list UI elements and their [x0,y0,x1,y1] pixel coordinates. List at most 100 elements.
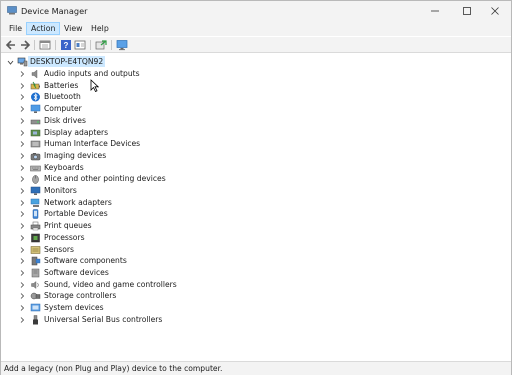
menu-bar: File Action View Help [1,21,511,36]
menu-view[interactable]: View [60,22,87,35]
tree-item-disk-drives[interactable]: Disk drives [1,115,501,127]
hid-icon [30,140,41,148]
network-adapter-icon [30,198,40,207]
properties-pane-icon[interactable] [39,39,51,51]
close-button[interactable] [479,1,511,21]
chevron-right-icon[interactable] [19,82,25,89]
computer-icon [17,57,28,67]
chevron-down-icon[interactable] [7,59,14,66]
chevron-right-icon[interactable] [19,164,25,171]
tree-item-print-queues[interactable]: Print queues [1,220,501,232]
tree-item-label: Portable Devices [44,209,108,219]
chevron-right-icon[interactable] [19,141,25,147]
svg-text:?: ? [64,41,69,50]
tree-item-mice[interactable]: Mice and other pointing devices [1,173,501,185]
tree-item-system[interactable]: System devices [1,302,501,314]
sound-icon [31,280,39,289]
tree-item-network[interactable]: Network adapters [1,197,501,209]
tree-item-display-adapters[interactable]: Display adapters [1,127,501,139]
chevron-right-icon[interactable] [19,223,25,229]
chevron-right-icon[interactable] [19,281,25,288]
tree-item-imaging[interactable]: Imaging devices [1,150,501,162]
chevron-right-icon[interactable] [19,293,25,300]
tree-item-label: Monitors [44,186,77,195]
mouse-icon [32,175,39,185]
chevron-right-icon[interactable] [19,129,25,136]
chevron-right-icon[interactable] [19,211,25,218]
chevron-right-icon[interactable] [19,188,25,194]
title-bar[interactable]: Device Manager [1,1,511,21]
tree-item-processors[interactable]: Processors [1,232,501,244]
battery-icon [30,81,40,89]
tree-item-label: Bluetooth [44,92,81,102]
toolbar: ? [1,37,511,53]
tree-item-label: Processors [44,232,85,242]
system-device-icon [30,303,41,312]
details-icon[interactable] [74,39,86,51]
minimize-button[interactable] [419,1,451,21]
help-icon[interactable]: ? [60,39,72,51]
monitor-icon[interactable] [116,39,128,51]
display-adapter-icon [30,129,41,136]
chevron-right-icon[interactable] [19,71,25,77]
chevron-right-icon[interactable] [19,118,25,124]
tree-item-sensors[interactable]: Sensors [1,244,501,256]
sensor-icon [30,245,41,254]
chevron-right-icon[interactable] [19,94,25,101]
tree-item-label: Print queues [44,221,92,231]
tree-root-label[interactable]: DESKTOP-E4TQN92 [28,56,106,67]
chevron-right-icon[interactable] [19,270,25,276]
tree-item-bluetooth[interactable]: Bluetooth [1,91,501,103]
chevron-right-icon[interactable] [19,246,25,253]
usb-icon [33,314,38,325]
device-tree[interactable]: DESKTOP-E4TQN92 Audio inputs and outputs… [1,54,511,361]
tree-item-monitors[interactable]: Monitors [1,185,501,197]
software-component-icon [31,256,41,266]
tree-item-label: Software components [44,256,127,266]
bluetooth-icon [31,92,40,102]
keyboard-icon [30,165,41,171]
chevron-right-icon[interactable] [19,258,25,264]
tree-item-label: Imaging devices [44,150,107,160]
tree-item-label: Sound, video and game controllers [44,279,177,289]
tree-item-usb[interactable]: Universal Serial Bus controllers [1,314,501,326]
tree-item-label: Batteries [44,80,79,90]
back-icon[interactable] [5,39,17,51]
tree-item-sound[interactable]: Sound, video and game controllers [1,279,501,291]
chevron-right-icon[interactable] [19,316,25,323]
chevron-right-icon[interactable] [19,176,25,183]
tree-item-portable[interactable]: Portable Devices [1,208,501,220]
toolbar-separator [34,40,35,50]
storage-controller-icon [30,293,41,300]
menu-action[interactable]: Action [26,22,61,35]
tree-item-storage[interactable]: Storage controllers [1,290,501,302]
status-text: Add a legacy (non Plug and Play) device … [4,364,223,373]
tree-item-computer[interactable]: Computer [1,103,501,115]
toolbar-separator [55,40,56,50]
chevron-right-icon[interactable] [19,153,25,159]
menu-file[interactable]: File [5,22,26,35]
tree-item-audio[interactable]: Audio inputs and outputs [1,68,501,80]
chevron-right-icon[interactable] [19,235,25,241]
tree-item-hid[interactable]: Human Interface Devices [1,138,501,150]
speaker-icon [31,69,38,79]
chevron-right-icon[interactable] [19,106,25,112]
tree-item-batteries[interactable]: Batteries [1,80,501,92]
device-manager-icon [7,6,17,15]
tree-item-keyboards[interactable]: Keyboards [1,162,501,174]
menu-help[interactable]: Help [87,22,113,35]
scan-icon[interactable] [95,39,107,51]
disk-drive-icon [30,119,41,125]
monitor-icon [30,186,41,195]
tree-item-label: Computer [44,104,82,114]
forward-icon[interactable] [19,39,31,51]
tree-item-software-devices[interactable]: Software devices [1,267,501,279]
chevron-right-icon[interactable] [19,199,25,206]
chevron-right-icon[interactable] [19,305,25,311]
tree-item-software-components[interactable]: Software components [1,255,501,267]
tree-root[interactable]: DESKTOP-E4TQN92 [1,56,501,68]
tree-item-label: Sensors [44,244,74,254]
software-device-icon [31,268,40,278]
window-title: Device Manager [21,6,88,16]
tree-item-label: Universal Serial Bus controllers [44,314,163,324]
